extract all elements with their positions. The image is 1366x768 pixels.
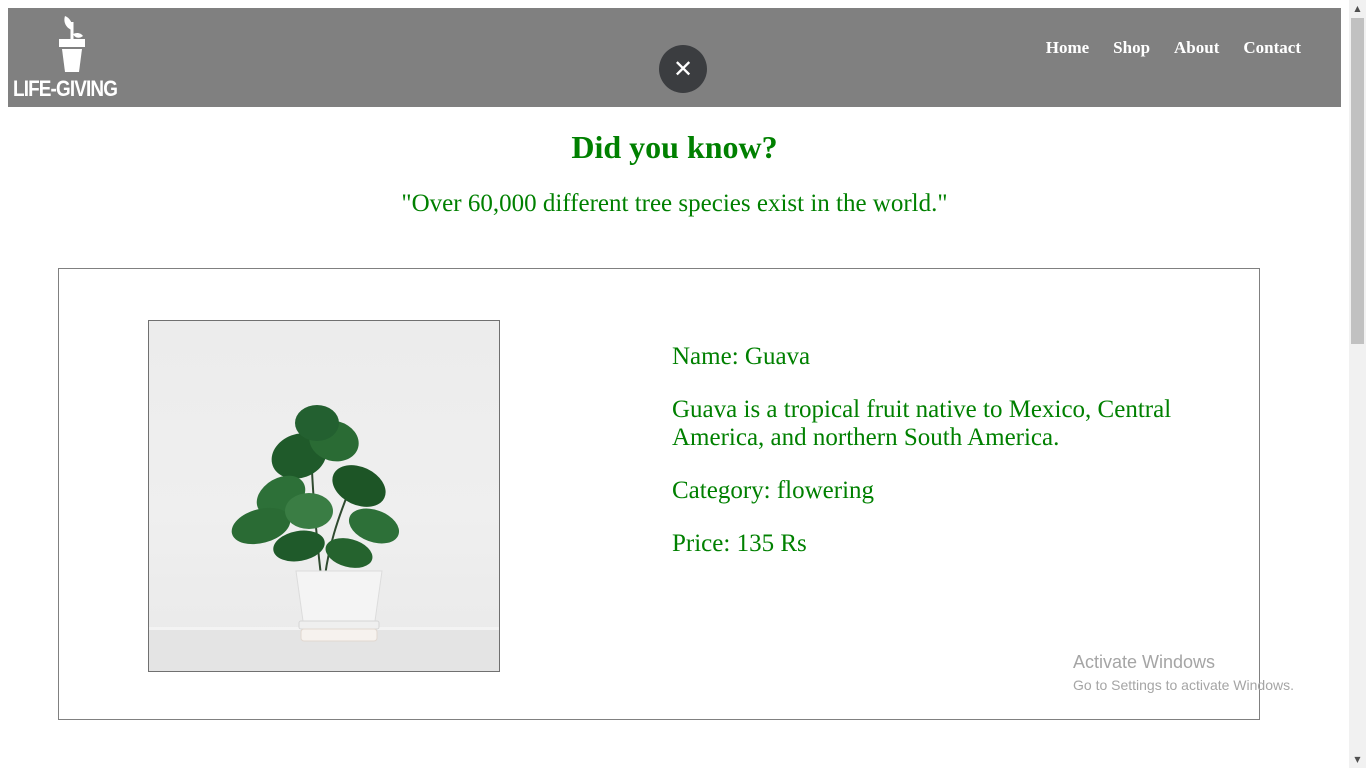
fact-title: Did you know? [571,129,778,165]
logo[interactable]: LIFE-GIVING [13,12,131,104]
activate-windows-watermark: Activate Windows Go to Settings to activ… [1073,650,1294,696]
potted-plant-illustration [149,405,499,671]
product-category: Category: flowering [672,477,875,504]
scroll-up-arrow-icon[interactable]: ▲ [1349,0,1366,17]
fact-text: "Over 60,000 different tree species exis… [401,190,948,217]
vertical-scrollbar[interactable]: ▲ ▼ [1349,0,1366,768]
product-description: Guava is a tropical fruit native to Mexi… [672,396,1172,451]
logo-text: LIFE-GIVING [13,76,118,101]
plant-pot-logo-icon [59,16,85,72]
watermark-subtitle: Go to Settings to activate Windows. [1073,677,1294,693]
close-button[interactable]: ✕ [659,45,707,93]
watermark-title: Activate Windows [1073,652,1216,672]
nav-contact-link[interactable]: Contact [1243,38,1301,58]
main-nav: Home Shop About Contact [1046,38,1301,58]
product-info: Name: Guava Guava is a tropical fruit na… [672,343,1232,583]
nav-home-link[interactable]: Home [1046,38,1089,58]
product-price: Price: 135 Rs [672,530,807,557]
nav-shop-link[interactable]: Shop [1113,38,1150,58]
nav-about-link[interactable]: About [1174,38,1219,58]
scroll-down-arrow-icon[interactable]: ▼ [1349,751,1366,768]
potted-plant-image [148,320,500,672]
product-name: Name: Guava [672,343,811,370]
site-header: LIFE-GIVING ✕ Home Shop About Contact [8,8,1341,107]
scrollbar-thumb[interactable] [1351,18,1364,344]
